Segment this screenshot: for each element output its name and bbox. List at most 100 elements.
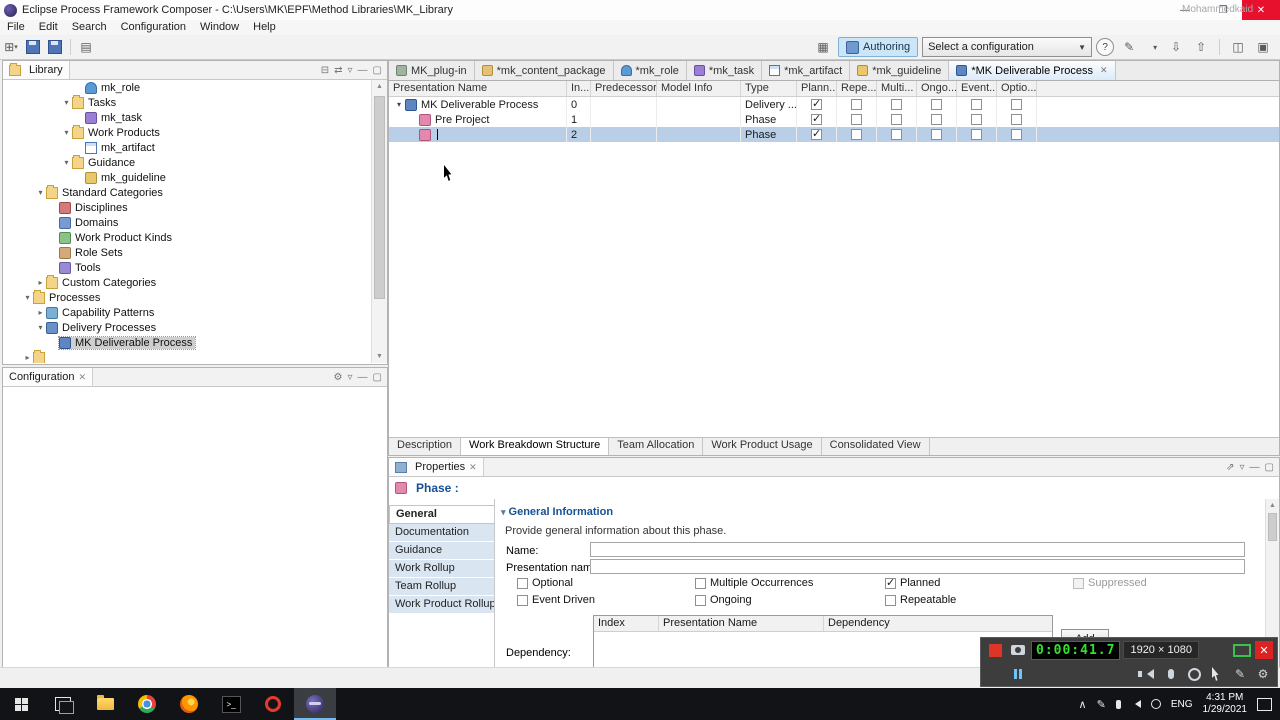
tab-work-product-usage[interactable]: Work Product Usage <box>703 438 822 455</box>
scrollbar-thumb[interactable] <box>374 96 385 299</box>
presentation-name-field[interactable] <box>590 559 1245 574</box>
tree-item-mk-artifact[interactable]: mk_artifact <box>3 140 387 155</box>
column-ongoing[interactable]: Ongo... <box>917 81 957 96</box>
tree-item-tools[interactable]: Tools <box>3 260 387 275</box>
nav-work-product-rollup[interactable]: Work Product Rollup <box>389 596 494 614</box>
nav-work-rollup[interactable]: Work Rollup <box>389 560 494 578</box>
restore-view-icon[interactable]: ⇗ <box>1226 462 1234 473</box>
tree-item-mk-guideline[interactable]: mk_guideline <box>3 170 387 185</box>
ongoing-checkbox[interactable] <box>931 99 942 110</box>
table-row[interactable]: ▾ MK Deliverable Process 0 Delivery ... <box>389 97 1279 112</box>
tree-item-disciplines[interactable]: Disciplines <box>3 200 387 215</box>
ongoing-checkbox[interactable] <box>931 114 942 125</box>
new-wizard-button[interactable]: ⊞ ▾ <box>1 37 21 57</box>
tab-mk-guideline[interactable]: *mk_guideline <box>850 61 950 80</box>
multiple-occurrences-checkbox[interactable] <box>891 129 902 140</box>
tree-item-mk-role[interactable]: mk_role <box>3 80 387 95</box>
column-index[interactable]: In... <box>567 81 591 96</box>
tab-work-breakdown-structure[interactable]: Work Breakdown Structure <box>461 438 610 455</box>
tree-item-partial[interactable]: ▸ <box>3 349 387 363</box>
close-tab-icon[interactable]: ✕ <box>1100 65 1108 76</box>
tab-consolidated-view[interactable]: Consolidated View <box>822 438 930 455</box>
cursor-capture-icon[interactable] <box>1207 664 1227 684</box>
tab-mk-content-package[interactable]: *mk_content_package <box>475 61 614 80</box>
view-menu-icon[interactable]: ▿ <box>348 65 353 76</box>
tree-item-guidance[interactable]: ▾ Guidance <box>3 154 387 170</box>
link-editor-icon[interactable]: ⇄ <box>334 65 342 76</box>
tab-mk-plug-in[interactable]: MK_plug-in <box>389 61 475 80</box>
column-multiple[interactable]: Multi... <box>877 81 917 96</box>
microphone-tray-icon[interactable] <box>1115 699 1121 709</box>
tree-item-standard-categories[interactable]: ▾ Standard Categories <box>3 184 387 200</box>
ongoing-checkbox[interactable]: Ongoing <box>695 594 752 606</box>
table-row-editing[interactable]: 2 Phase <box>389 127 1279 142</box>
expander-icon[interactable]: ▾ <box>61 158 72 167</box>
authoring-perspective-button[interactable]: Authoring <box>838 37 919 57</box>
toolbar-icon-d[interactable]: ▣ <box>1253 37 1273 57</box>
column-event-driven[interactable]: Event... <box>957 81 997 96</box>
nav-documentation[interactable]: Documentation <box>389 524 494 542</box>
nav-team-rollup[interactable]: Team Rollup <box>389 578 494 596</box>
configuration-view-tab[interactable]: Configuration ✕ <box>3 368 93 386</box>
menu-configuration[interactable]: Configuration <box>114 20 193 35</box>
repeatable-checkbox[interactable] <box>851 114 862 125</box>
optional-checkbox[interactable] <box>1011 99 1022 110</box>
clock[interactable]: 4:31 PM 1/29/2021 <box>1203 692 1248 716</box>
tree-item-capability-patterns[interactable]: ▸ Capability Patterns <box>3 305 387 320</box>
event-driven-checkbox[interactable]: Event Driven <box>517 594 595 606</box>
optional-checkbox[interactable] <box>1011 129 1022 140</box>
tab-mk-deliverable-process[interactable]: *MK Deliverable Process ✕ <box>949 61 1116 80</box>
menu-window[interactable]: Window <box>193 20 246 35</box>
optional-checkbox[interactable]: Optional <box>517 577 573 589</box>
multiple-occurrences-checkbox[interactable] <box>891 114 902 125</box>
close-icon[interactable]: ✕ <box>78 372 86 383</box>
repeatable-checkbox[interactable] <box>851 99 862 110</box>
start-button[interactable] <box>0 688 42 720</box>
event-driven-checkbox[interactable] <box>971 129 982 140</box>
column-repeatable[interactable]: Repe... <box>837 81 877 96</box>
planned-checkbox[interactable]: Planned <box>885 576 940 589</box>
expander-icon[interactable]: ▾ <box>22 293 33 302</box>
repeatable-checkbox[interactable]: Repeatable <box>885 594 956 606</box>
maximize-view-icon[interactable]: ▢ <box>373 372 382 383</box>
recorder-close-button[interactable]: ✕ <box>1255 641 1273 659</box>
maximize-view-icon[interactable]: ▢ <box>373 65 382 76</box>
speaker-icon[interactable] <box>1138 664 1158 684</box>
tree-item-role-sets[interactable]: Role Sets <box>3 245 387 260</box>
help-button[interactable]: ? <box>1096 38 1115 56</box>
tab-mk-artifact[interactable]: *mk_artifact <box>762 61 851 80</box>
library-scrollbar[interactable]: ▲ ▼ <box>371 80 387 363</box>
repeatable-checkbox[interactable] <box>851 129 862 140</box>
maximize-view-icon[interactable]: ▢ <box>1265 462 1274 473</box>
close-icon[interactable]: ✕ <box>469 462 477 473</box>
name-field[interactable] <box>590 542 1245 557</box>
webcam-icon[interactable] <box>1184 664 1204 684</box>
planned-checkbox[interactable] <box>811 127 822 140</box>
nav-guidance[interactable]: Guidance <box>389 542 494 560</box>
tab-description[interactable]: Description <box>389 438 462 455</box>
tab-mk-role[interactable]: *mk_role <box>614 61 687 80</box>
save-button[interactable] <box>23 37 43 57</box>
minimize-view-icon[interactable]: — <box>1250 462 1260 473</box>
multiple-occurrences-checkbox[interactable]: Multiple Occurrences <box>695 577 813 589</box>
toolbar-icon-a[interactable]: ⇩ <box>1166 37 1186 57</box>
view-menu-icon[interactable]: ▿ <box>348 372 353 383</box>
pen-icon[interactable]: ✎ <box>1097 698 1106 711</box>
column-optional[interactable]: Optio... <box>997 81 1037 96</box>
minimize-view-icon[interactable]: — <box>358 372 368 383</box>
microphone-icon[interactable] <box>1161 664 1181 684</box>
tree-item-mk-task[interactable]: mk_task <box>3 110 387 125</box>
pause-button[interactable] <box>1008 664 1028 684</box>
stop-record-button[interactable] <box>985 640 1005 660</box>
scroll-up-icon[interactable]: ▲ <box>372 80 387 93</box>
menu-file[interactable]: File <box>0 20 32 35</box>
column-presentation-name[interactable]: Presentation Name <box>389 81 567 96</box>
speaker-tray-icon[interactable] <box>1131 700 1141 708</box>
tab-mk-task[interactable]: *mk_task <box>687 61 763 80</box>
view-menu-icon[interactable]: ▿ <box>1240 462 1245 473</box>
optional-checkbox[interactable] <box>1011 114 1022 125</box>
column-type[interactable]: Type <box>741 81 797 96</box>
settings-gear-icon[interactable]: ⚙ <box>1253 664 1273 684</box>
column-predecessors[interactable]: Predecessors <box>591 81 657 96</box>
multiple-occurrences-checkbox[interactable] <box>891 99 902 110</box>
